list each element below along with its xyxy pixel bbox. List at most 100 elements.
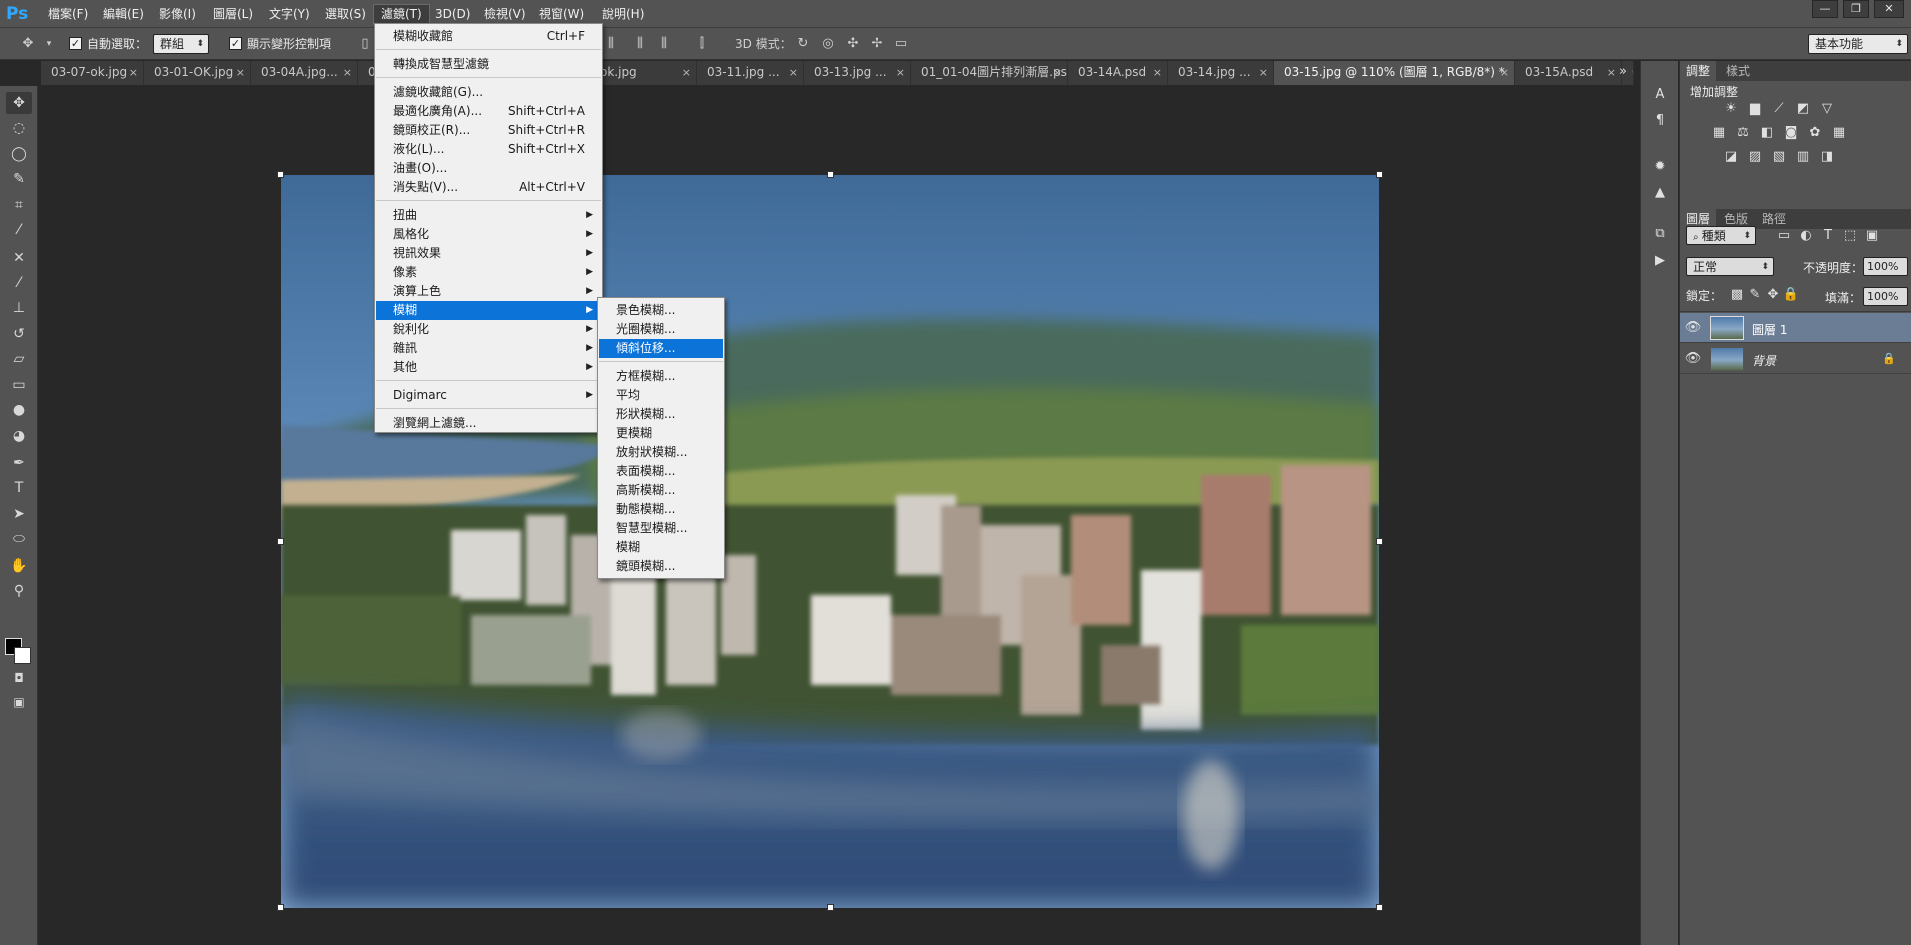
menu-9[interactable]: 視窗(W) bbox=[532, 5, 591, 24]
stamp-tool-icon[interactable]: ⊥ bbox=[6, 297, 32, 319]
adjustments-panel-icon[interactable]: ✹ bbox=[1651, 159, 1669, 175]
layer-filter-dropdown[interactable]: ⌕ 種類 ⬍ bbox=[1686, 226, 1756, 245]
black-white-icon[interactable]: ◧ bbox=[1758, 125, 1776, 141]
menu-item[interactable]: 高斯模糊... bbox=[599, 481, 723, 500]
gradient-tool-icon[interactable]: ▭ bbox=[6, 374, 32, 396]
menu-item[interactable]: 模糊收藏館 Ctrl+F bbox=[376, 27, 601, 46]
paragraph-panel-icon[interactable]: ¶ bbox=[1651, 113, 1669, 129]
menu-item[interactable]: 雜訊 ▶ bbox=[376, 339, 601, 358]
filter-shape-icon[interactable]: ⬚ bbox=[1841, 228, 1859, 244]
tab-document-1[interactable]: 03-01-OK.jpg × bbox=[144, 61, 251, 85]
type-tool-icon[interactable]: T bbox=[6, 477, 32, 499]
3d-rotate-icon[interactable]: ↻ bbox=[795, 36, 811, 52]
filter-pixel-icon[interactable]: ▭ bbox=[1775, 228, 1793, 244]
fill-input[interactable]: 100% bbox=[1863, 287, 1908, 306]
menu-item[interactable]: 表面模糊... bbox=[599, 462, 723, 481]
history-brush-tool-icon[interactable]: ↺ bbox=[6, 323, 32, 345]
menu-item[interactable]: 模糊 ▶ bbox=[376, 301, 601, 320]
lock-image-icon[interactable]: ✎ bbox=[1746, 287, 1764, 303]
menu-2[interactable]: 影像(I) bbox=[152, 5, 203, 24]
menu-item[interactable]: 模糊 bbox=[599, 538, 723, 557]
tab-document-7[interactable]: 01_01-04圖片排列漸層.psd × bbox=[911, 61, 1068, 85]
menu-item[interactable]: 鏡頭模糊... bbox=[599, 557, 723, 576]
close-tab-icon[interactable]: × bbox=[896, 61, 905, 84]
tab-document-4[interactable]: ok.jpg × bbox=[590, 61, 697, 85]
quick-select-tool-icon[interactable]: ✎ bbox=[6, 168, 32, 190]
menu-item[interactable]: 演算上色 ▶ bbox=[376, 282, 601, 301]
3d-slide-icon[interactable]: ✢ bbox=[869, 36, 885, 52]
menu-item[interactable]: 更模糊 bbox=[599, 424, 723, 443]
menu-3[interactable]: 圖層(L) bbox=[206, 5, 260, 24]
menu-item[interactable]: Digimarc ▶ bbox=[376, 386, 601, 405]
menu-item[interactable]: 平均 bbox=[599, 386, 723, 405]
tab-document-8[interactable]: 03-14A.psd × bbox=[1068, 61, 1168, 85]
invert-icon[interactable]: ◪ bbox=[1722, 149, 1740, 165]
transform-handle-ne[interactable] bbox=[1376, 171, 1383, 178]
eyedropper-tool-icon[interactable]: ⁄ bbox=[6, 219, 32, 241]
menu-item[interactable]: 方框模糊... bbox=[599, 367, 723, 386]
tab-document-5[interactable]: 03-11.jpg ... × bbox=[697, 61, 804, 85]
exposure-icon[interactable]: ◩ bbox=[1794, 101, 1812, 117]
minimize-button[interactable]: — bbox=[1812, 0, 1838, 18]
layer-name[interactable]: 圖層 1 bbox=[1752, 321, 1787, 338]
selective-color-icon[interactable]: ◨ bbox=[1818, 149, 1836, 165]
menu-item[interactable]: 視訊效果 ▶ bbox=[376, 244, 601, 263]
menu-8[interactable]: 檢視(V) bbox=[477, 5, 533, 24]
menu-item[interactable]: 智慧型模糊... bbox=[599, 519, 723, 538]
restore-button[interactable]: ❐ bbox=[1843, 0, 1869, 18]
path-select-tool-icon[interactable]: ➤ bbox=[6, 503, 32, 525]
blur-tool-icon[interactable]: ● bbox=[6, 399, 32, 421]
close-tab-icon[interactable]: × bbox=[129, 61, 138, 84]
marquee-tool-icon[interactable]: ◌ bbox=[6, 117, 32, 139]
posterize-icon[interactable]: ▨ bbox=[1746, 149, 1764, 165]
transform-handle-n[interactable] bbox=[827, 171, 834, 178]
auto-select-dropdown[interactable]: 群組 ⬍ bbox=[153, 34, 209, 54]
tab-document-9[interactable]: 03-14.jpg ... × bbox=[1168, 61, 1274, 85]
menu-item[interactable]: 像素 ▶ bbox=[376, 263, 601, 282]
eraser-tool-icon[interactable]: ▱ bbox=[6, 348, 32, 370]
tab-document-11[interactable]: 03-15A.psd × bbox=[1515, 61, 1622, 85]
filter-smart-icon[interactable]: ▣ bbox=[1863, 228, 1881, 244]
hand-tool-icon[interactable]: ✋ bbox=[6, 555, 32, 577]
menu-item[interactable]: 放射狀模糊... bbox=[599, 443, 723, 462]
menu-1[interactable]: 編輯(E) bbox=[96, 5, 151, 24]
menu-10[interactable]: 說明(H) bbox=[595, 5, 651, 24]
lasso-tool-icon[interactable]: ◯ bbox=[6, 143, 32, 165]
healing-tool-icon[interactable]: ✕ bbox=[6, 247, 32, 269]
tab-document-6[interactable]: 03-13.jpg ... × bbox=[804, 61, 911, 85]
brightness-icon[interactable]: ☀ bbox=[1722, 101, 1740, 117]
menu-item[interactable]: 鏡頭校正(R)... Shift+Ctrl+R bbox=[376, 121, 601, 140]
menu-item[interactable]: 景色模糊... bbox=[599, 301, 723, 320]
menu-item[interactable]: 形狀模糊... bbox=[599, 405, 723, 424]
opacity-input[interactable]: 100% bbox=[1863, 257, 1908, 276]
close-tab-icon[interactable]: × bbox=[236, 61, 245, 84]
eye-icon[interactable]: 👁 bbox=[1684, 320, 1702, 336]
lock-transparent-icon[interactable]: ▩ bbox=[1728, 287, 1746, 303]
menu-0[interactable]: 檔案(F) bbox=[41, 5, 95, 24]
history-panel-icon[interactable]: ⧉ bbox=[1651, 226, 1669, 242]
tab-overflow-icon[interactable]: » bbox=[1614, 64, 1632, 80]
close-tab-icon[interactable]: × bbox=[1153, 61, 1162, 84]
menu-item[interactable]: 濾鏡收藏館(G)... bbox=[376, 83, 601, 102]
menu-item[interactable]: 其他 ▶ bbox=[376, 358, 601, 377]
close-tab-icon[interactable]: × bbox=[1500, 61, 1509, 84]
workspace-dropdown[interactable]: 基本功能 ⬍ bbox=[1808, 34, 1908, 54]
transform-handle-nw[interactable] bbox=[277, 171, 284, 178]
dodge-tool-icon[interactable]: ◕ bbox=[6, 425, 32, 447]
actions-panel-icon[interactable]: ▶ bbox=[1651, 253, 1669, 269]
distribute-icon-2[interactable]: ⫼ bbox=[632, 36, 648, 52]
character-panel-icon[interactable]: A bbox=[1651, 87, 1669, 103]
lock-all-icon[interactable]: 🔒 bbox=[1782, 287, 1800, 303]
menu-item[interactable]: 傾斜位移... bbox=[599, 339, 723, 358]
filter-adjust-icon[interactable]: ◐ bbox=[1797, 228, 1815, 244]
layer-name[interactable]: 背景 bbox=[1752, 352, 1776, 369]
blend-mode-dropdown[interactable]: 正常 ⬍ bbox=[1686, 257, 1774, 276]
tab-styles[interactable]: 樣式 bbox=[1720, 61, 1756, 81]
menu-7[interactable]: 3D(D) bbox=[428, 5, 477, 24]
3d-roll-icon[interactable]: ◎ bbox=[820, 36, 836, 52]
screen-mode-icon[interactable]: ▣ bbox=[6, 691, 32, 713]
histogram-panel-icon[interactable]: ▲ bbox=[1651, 185, 1669, 201]
distribute-icon-3[interactable]: ⫼ bbox=[656, 36, 672, 52]
tab-document-2[interactable]: 03-04A.jpg... × bbox=[251, 61, 358, 85]
move-tool-icon[interactable]: ✥ bbox=[18, 36, 38, 52]
